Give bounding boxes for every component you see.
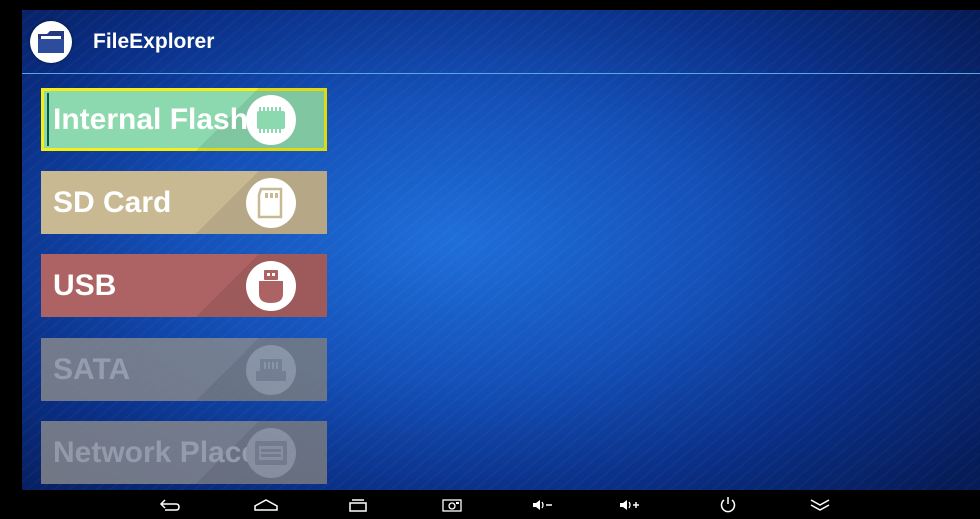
- app-header: FileExplorer: [22, 10, 980, 73]
- network-place-tile[interactable]: Network Place: [41, 421, 327, 484]
- internal-flash-tile[interactable]: Internal Flash: [41, 88, 327, 151]
- usb-tile[interactable]: USB: [41, 254, 327, 317]
- folder-icon: [30, 21, 72, 63]
- sata-icon: [246, 345, 296, 395]
- collapse-icon[interactable]: [800, 490, 840, 519]
- volume-down-icon[interactable]: [523, 490, 563, 519]
- sd-card-icon: [246, 178, 296, 228]
- chip-icon: [246, 95, 296, 145]
- usb-drive-icon: [246, 261, 296, 311]
- tile-label: SATA: [53, 353, 131, 386]
- focus-cursor: [47, 93, 49, 146]
- tile-label: Internal Flash: [53, 103, 249, 136]
- file-explorer-window: FileExplorer Internal Flash SD Card USB …: [22, 10, 980, 490]
- sata-tile[interactable]: SATA: [41, 338, 327, 401]
- recent-apps-icon[interactable]: [338, 490, 378, 519]
- volume-up-icon[interactable]: [610, 490, 650, 519]
- app-title: FileExplorer: [93, 30, 215, 53]
- back-icon[interactable]: [150, 490, 190, 519]
- header-divider: [22, 73, 980, 74]
- tile-label: USB: [53, 269, 117, 302]
- network-drive-icon: [246, 428, 296, 478]
- system-navigation-bar: [0, 490, 980, 519]
- tile-label: SD Card: [53, 186, 172, 219]
- power-icon[interactable]: [708, 490, 748, 519]
- tile-label: Network Place: [53, 436, 259, 469]
- top-border: [0, 0, 980, 10]
- screenshot-icon[interactable]: [432, 490, 472, 519]
- home-icon[interactable]: [246, 490, 286, 519]
- sd-card-tile[interactable]: SD Card: [41, 171, 327, 234]
